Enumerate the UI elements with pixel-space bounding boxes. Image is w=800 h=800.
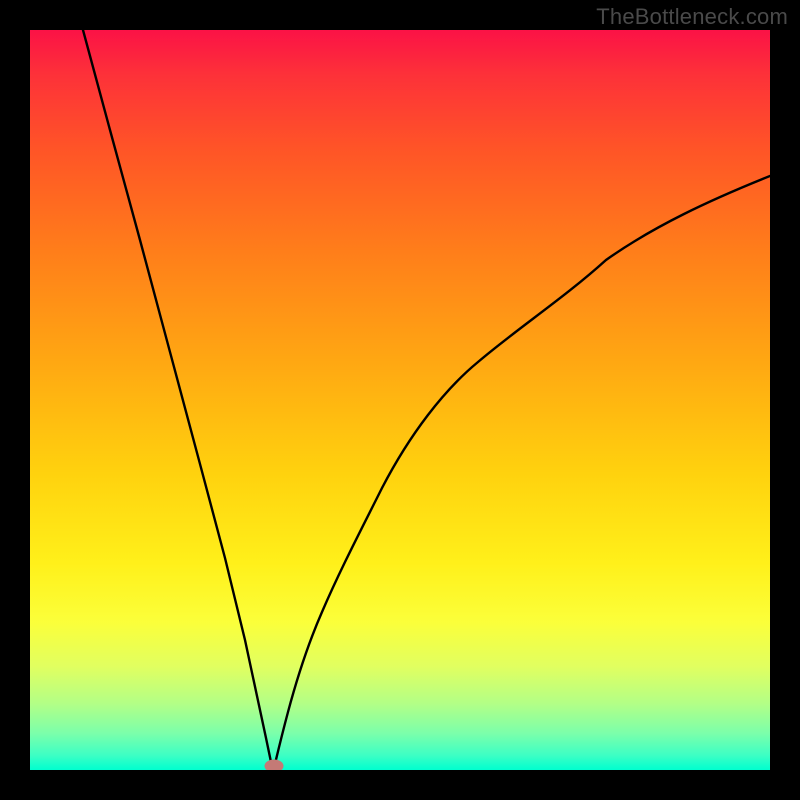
minimum-marker	[264, 760, 283, 771]
curve-right-branch	[274, 176, 771, 770]
chart-frame: TheBottleneck.com	[0, 0, 800, 800]
plot-area	[30, 30, 770, 770]
watermark-text: TheBottleneck.com	[596, 4, 788, 30]
curve-left-branch	[83, 30, 274, 770]
curve-svg	[30, 30, 770, 770]
